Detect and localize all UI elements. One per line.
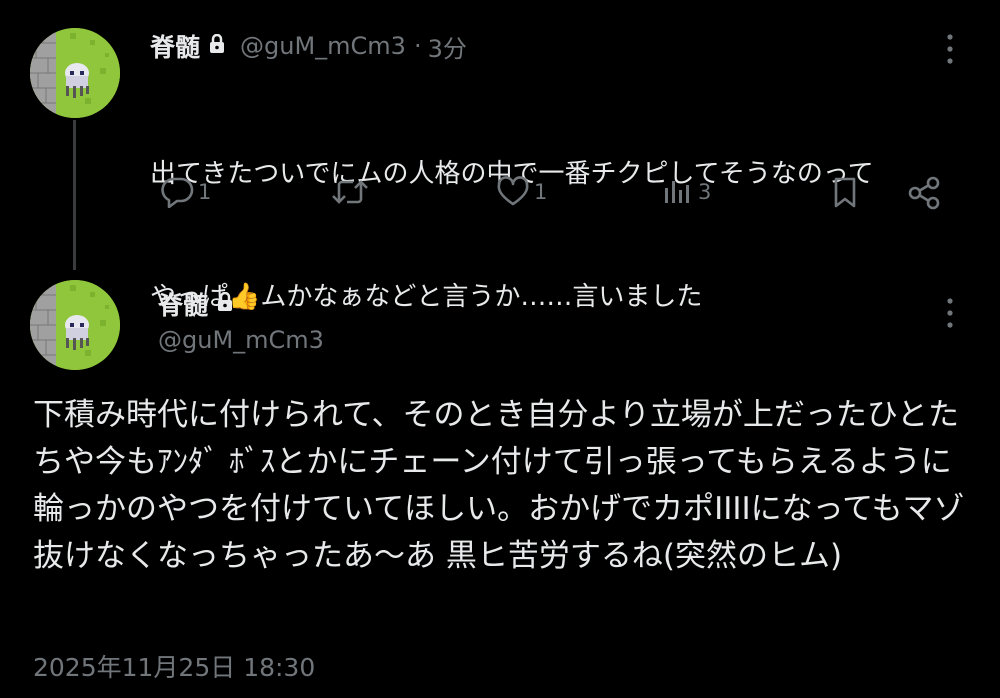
bookmark-button[interactable] — [828, 176, 862, 208]
avatar[interactable] — [30, 280, 120, 370]
reply-button[interactable]: 1 — [160, 176, 211, 208]
view-count: 3 — [698, 180, 712, 204]
avatar[interactable] — [30, 28, 120, 118]
handle[interactable]: @guM_mCm3 — [240, 32, 406, 60]
display-name[interactable]: 脊髄 — [158, 286, 208, 322]
display-name[interactable]: 脊髄 — [150, 28, 200, 64]
like-count: 1 — [534, 180, 548, 204]
thread-line — [73, 120, 76, 270]
lock-icon — [208, 33, 226, 58]
share-button[interactable] — [906, 176, 942, 210]
handle[interactable]: @guM_mCm3 — [158, 326, 324, 354]
more-vertical-icon[interactable] — [940, 296, 960, 334]
heart-icon — [496, 176, 530, 208]
tweet-header: 脊髄 — [158, 286, 234, 322]
tweet-text: 下積み時代に付けられて、そのとき自分より立場が上だったひとたちや今もｱﾝﾀﾞ ﾎ… — [33, 397, 965, 574]
like-button[interactable]: 1 — [496, 176, 547, 208]
reply-count: 1 — [198, 180, 212, 204]
timestamp[interactable]: 2025年11月25日 18:30 — [33, 648, 315, 684]
tweet-header: 脊髄 @guM_mCm3 · 3分 — [150, 28, 467, 64]
bookmark-icon — [828, 176, 862, 208]
action-bar: 1 1 3 — [150, 176, 950, 226]
reply-icon — [160, 176, 194, 208]
lock-icon — [216, 291, 234, 316]
more-vertical-icon[interactable] — [940, 32, 960, 70]
separator: · — [413, 32, 422, 60]
views-button[interactable]: 3 — [660, 176, 711, 208]
time-ago[interactable]: 3分 — [428, 29, 467, 64]
share-icon — [906, 176, 942, 210]
retweet-button[interactable] — [330, 176, 374, 208]
tweet-text-line: やっぱ👍ムかなぁなどと言うか……言いました — [150, 277, 970, 318]
retweet-icon — [330, 176, 370, 208]
views-icon — [660, 176, 694, 208]
tweet-text-segment: ムかなぁなどと言うか……言いました — [260, 282, 703, 312]
